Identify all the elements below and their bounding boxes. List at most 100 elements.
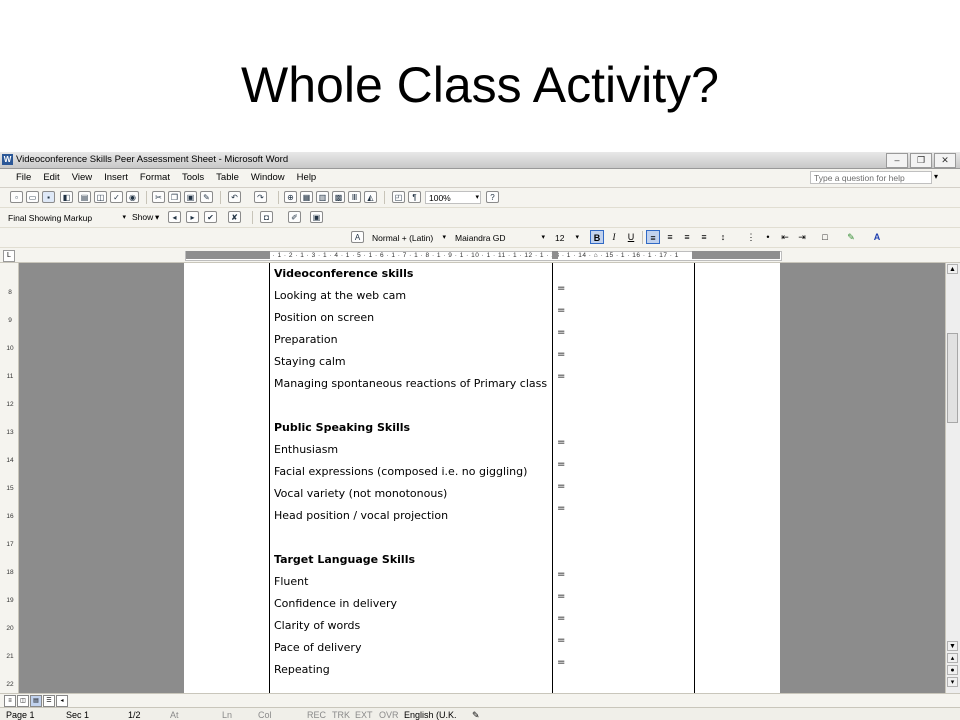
align-center-icon[interactable]: ≡	[663, 230, 677, 244]
line-spacing-icon[interactable]: ↕	[716, 230, 730, 244]
vertical-scrollbar[interactable]: ▲ ▼ ▴ ● ▾	[945, 263, 960, 693]
document-map-icon[interactable]: ◰	[392, 191, 405, 203]
bullets-icon[interactable]: •	[761, 230, 775, 244]
rating-cell[interactable]: =	[557, 657, 565, 668]
accept-change-icon[interactable]: ✔	[204, 211, 217, 223]
document-page[interactable]: Videoconference skills Looking at the web…	[184, 263, 780, 693]
reject-change-icon[interactable]: ✘	[228, 211, 241, 223]
status-trk[interactable]: TRK	[332, 710, 350, 720]
rating-cell[interactable]: =	[557, 349, 565, 360]
track-changes-icon[interactable]: ✐	[288, 211, 301, 223]
rating-cell[interactable]: =	[557, 503, 565, 514]
outline-view-icon[interactable]: ☰	[43, 695, 55, 707]
insert-excel-icon[interactable]: ▩	[332, 191, 345, 203]
tab-selector[interactable]: L	[3, 250, 15, 262]
hyperlink-icon[interactable]: ⊕	[284, 191, 297, 203]
menu-item-format[interactable]: Format	[134, 172, 176, 183]
menu-item-tools[interactable]: Tools	[176, 172, 210, 183]
word-app-icon[interactable]: W	[2, 154, 13, 165]
show-menu-button[interactable]: Show	[132, 212, 153, 222]
next-page-icon[interactable]: ▾	[947, 677, 958, 687]
display-markup-dropdown[interactable]: Final Showing Markup ▾	[4, 211, 128, 224]
tables-borders-icon[interactable]: ▦	[300, 191, 313, 203]
menu-item-insert[interactable]: Insert	[98, 172, 134, 183]
format-painter-icon[interactable]: ✎	[200, 191, 213, 203]
open-folder-icon[interactable]: ▭	[26, 191, 39, 203]
status-ovr[interactable]: OVR	[379, 710, 399, 720]
next-change-icon[interactable]: ▸	[186, 211, 199, 223]
scroll-thumb[interactable]	[947, 333, 958, 423]
rating-cell[interactable]: =	[557, 459, 565, 470]
print-preview-icon[interactable]: ◫	[94, 191, 107, 203]
scroll-left-icon[interactable]: ◂	[56, 695, 68, 707]
underline-button[interactable]: U	[624, 230, 638, 244]
redo-icon[interactable]: ↷	[254, 191, 267, 203]
numbering-icon[interactable]: ⋮	[744, 230, 758, 244]
rating-cell[interactable]: =	[557, 635, 565, 646]
web-layout-icon[interactable]: ◫	[17, 695, 29, 707]
new-document-icon[interactable]: ▫	[10, 191, 23, 203]
document-area[interactable]: Videoconference skills Looking at the web…	[19, 263, 946, 693]
insert-table-icon[interactable]: ▥	[316, 191, 329, 203]
highlight-icon[interactable]: ✎	[844, 230, 858, 244]
previous-page-icon[interactable]: ▴	[947, 653, 958, 663]
permission-icon[interactable]: ◧	[60, 191, 73, 203]
decrease-indent-icon[interactable]: ⇤	[778, 230, 792, 244]
restore-button[interactable]: ❐	[910, 153, 932, 168]
spelling-status-icon[interactable]: ✎	[472, 710, 480, 720]
help-icon[interactable]: ?	[486, 191, 499, 203]
horizontal-scrollbar[interactable]: ≡ ◫ ▤ ☰ ◂	[0, 693, 960, 707]
normal-view-icon[interactable]: ≡	[4, 695, 16, 707]
font-dropdown[interactable]: Maiandra GD ▾	[451, 231, 547, 244]
minimize-button[interactable]: ‒	[886, 153, 908, 168]
reviewing-pane-icon[interactable]: ▣	[310, 211, 323, 223]
insert-comment-icon[interactable]: ◘	[260, 211, 273, 223]
print-icon[interactable]: ▤	[78, 191, 91, 203]
menu-item-help[interactable]: Help	[291, 172, 323, 183]
print-layout-icon[interactable]: ▤	[30, 695, 42, 707]
font-color-icon[interactable]: A	[870, 230, 884, 244]
scroll-up-icon[interactable]: ▲	[947, 264, 958, 274]
menu-item-file[interactable]: File	[10, 172, 37, 183]
increase-indent-icon[interactable]: ⇥	[795, 230, 809, 244]
rating-cell[interactable]: =	[557, 305, 565, 316]
status-ext[interactable]: EXT	[355, 710, 373, 720]
research-icon[interactable]: ◉	[126, 191, 139, 203]
scroll-down-icon[interactable]: ▼	[947, 641, 958, 651]
menu-item-edit[interactable]: Edit	[37, 172, 65, 183]
horizontal-ruler[interactable]: L 3 · 1 · 2 · 1 · 1 · 1 · ⌂ · 1 · 1 · 2 …	[0, 248, 960, 263]
rating-cell[interactable]: =	[557, 371, 565, 382]
status-language[interactable]: English (U.K.	[404, 710, 457, 720]
help-dropdown-arrow-icon[interactable]: ▾	[934, 172, 938, 181]
paste-icon[interactable]: ▣	[184, 191, 197, 203]
menu-item-table[interactable]: Table	[210, 172, 245, 183]
styles-formatting-icon[interactable]: A	[351, 231, 364, 243]
rating-cell[interactable]: =	[557, 437, 565, 448]
menu-item-window[interactable]: Window	[245, 172, 291, 183]
columns-icon[interactable]: Ⅲ	[348, 191, 361, 203]
cut-icon[interactable]: ✂	[152, 191, 165, 203]
rating-cell[interactable]: =	[557, 569, 565, 580]
copy-icon[interactable]: ❐	[168, 191, 181, 203]
font-size-dropdown[interactable]: 12 ▾	[551, 231, 581, 244]
border-icon[interactable]: □	[818, 230, 832, 244]
save-icon[interactable]: ▪	[42, 191, 55, 203]
ruler-column-marker[interactable]	[552, 251, 558, 259]
style-dropdown[interactable]: Normal + (Latin) ▾	[368, 231, 448, 244]
show-hide-icon[interactable]: ¶	[408, 191, 421, 203]
select-browse-object-icon[interactable]: ●	[947, 665, 958, 675]
previous-change-icon[interactable]: ◂	[168, 211, 181, 223]
rating-cell[interactable]: =	[557, 613, 565, 624]
rating-cell[interactable]: =	[557, 591, 565, 602]
zoom-dropdown[interactable]: 100% ▾	[425, 191, 481, 204]
spelling-icon[interactable]: ✓	[110, 191, 123, 203]
rating-cell[interactable]: =	[557, 327, 565, 338]
italic-button[interactable]: I	[607, 230, 621, 244]
bold-button[interactable]: B	[590, 230, 604, 244]
undo-icon[interactable]: ↶	[228, 191, 241, 203]
help-search-input[interactable]: Type a question for help	[810, 171, 932, 184]
align-right-icon[interactable]: ≡	[680, 230, 694, 244]
rating-cell[interactable]: =	[557, 283, 565, 294]
menu-item-view[interactable]: View	[66, 172, 98, 183]
close-button[interactable]: ✕	[934, 153, 956, 168]
